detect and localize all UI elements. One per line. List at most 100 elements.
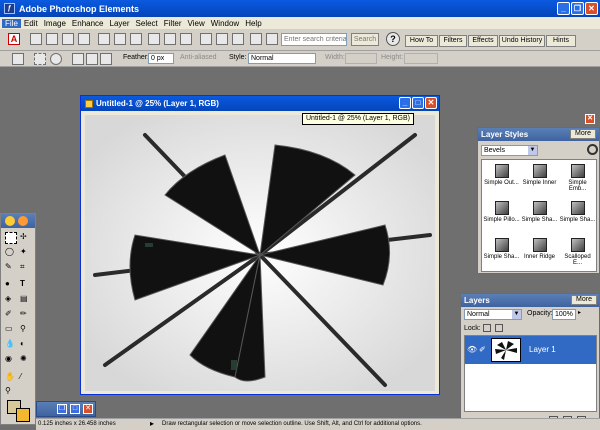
- background-color-swatch[interactable]: [16, 408, 30, 422]
- clear-style-icon[interactable]: [587, 144, 598, 155]
- move-tool-icon[interactable]: ✢: [20, 232, 32, 244]
- step-forward-icon[interactable]: [216, 33, 228, 45]
- style-item[interactable]: Simple Sha...: [483, 235, 520, 266]
- step-backward-icon[interactable]: [200, 33, 212, 45]
- new-selection-icon[interactable]: [72, 53, 84, 65]
- blend-mode-select[interactable]: Normal ▼: [464, 309, 522, 320]
- status-arrow-icon[interactable]: ▸: [150, 418, 154, 429]
- help-icon[interactable]: ?: [386, 32, 400, 46]
- doc-close-icon[interactable]: ✕: [425, 97, 437, 109]
- height-field[interactable]: [404, 53, 438, 64]
- doc-minimize-icon[interactable]: _: [399, 97, 411, 109]
- crop-tool-icon[interactable]: ⌗: [20, 262, 32, 274]
- sponge-tool-icon[interactable]: ◐: [20, 339, 32, 351]
- opacity-arrow-icon[interactable]: ▸: [578, 309, 587, 320]
- style-item[interactable]: Simple Pillo...: [483, 198, 520, 229]
- search-button[interactable]: Search: [351, 33, 379, 46]
- opacity-field[interactable]: 100%: [552, 309, 576, 320]
- palette-tab-effects[interactable]: Effects: [468, 35, 498, 47]
- palette-tab-filters[interactable]: Filters: [439, 35, 467, 47]
- menu-filter[interactable]: Filter: [161, 19, 185, 28]
- eyedropper-tool-icon[interactable]: ⁄: [20, 372, 32, 384]
- save-web-icon[interactable]: [114, 33, 126, 45]
- pencil-tool-icon[interactable]: ✏: [20, 309, 32, 321]
- red-eye-tool-icon[interactable]: ◉: [5, 354, 17, 366]
- palette-tab-how-to[interactable]: How To: [405, 35, 438, 47]
- new-file-icon[interactable]: [30, 33, 42, 45]
- paint-bucket-tool-icon[interactable]: ◈: [5, 294, 17, 306]
- brush-tool-icon[interactable]: ✐: [5, 309, 17, 321]
- layers-title-bar[interactable]: Layers More: [461, 294, 599, 307]
- style-item[interactable]: Simple Sha...: [559, 198, 596, 229]
- toolbox-title-bar[interactable]: [1, 214, 35, 228]
- minimized-restore-icon[interactable]: ❐: [57, 404, 67, 414]
- menu-help[interactable]: Help: [242, 19, 264, 28]
- style-item[interactable]: Simple Emb...: [559, 161, 596, 192]
- style-select[interactable]: Normal: [248, 53, 316, 64]
- layer-styles-more-button[interactable]: More: [570, 129, 596, 139]
- menu-enhance[interactable]: Enhance: [69, 19, 107, 28]
- restore-icon[interactable]: ❐: [571, 2, 584, 15]
- style-item[interactable]: Scalloped E...: [559, 235, 596, 266]
- help-search-icon[interactable]: [266, 33, 278, 45]
- chevron-down-icon[interactable]: ▼: [512, 310, 521, 319]
- document-window[interactable]: Untitled-1 @ 25% (Layer 1, RGB) _ □ ✕: [80, 95, 440, 395]
- rect-marquee-tool-icon[interactable]: [5, 232, 17, 244]
- menu-file[interactable]: File: [2, 18, 21, 28]
- import-icon[interactable]: [78, 33, 90, 45]
- close-icon[interactable]: ✕: [585, 2, 598, 15]
- style-item[interactable]: Simple Out...: [483, 161, 520, 192]
- print-icon[interactable]: [130, 33, 142, 45]
- layer-styles-close-icon[interactable]: ✕: [585, 114, 595, 124]
- marquee-tool-icon[interactable]: [12, 53, 24, 65]
- hand-tool-icon[interactable]: ✋: [5, 372, 17, 384]
- feather-field[interactable]: 0 px: [148, 53, 174, 64]
- type-tool-icon[interactable]: T: [20, 279, 32, 291]
- menu-window[interactable]: Window: [208, 19, 242, 28]
- image-canvas[interactable]: [85, 115, 435, 391]
- menu-view[interactable]: View: [185, 19, 208, 28]
- lock-transparency-icon[interactable]: [483, 324, 491, 332]
- layer-row[interactable]: 👁 ✐ Layer 1: [465, 336, 596, 364]
- brush-link-icon[interactable]: ✐: [479, 345, 486, 354]
- menu-select[interactable]: Select: [133, 19, 161, 28]
- gradient-tool-icon[interactable]: ▤: [20, 294, 32, 306]
- minimized-maximize-icon[interactable]: □: [70, 404, 80, 414]
- eraser-tool-icon[interactable]: ▭: [5, 324, 17, 336]
- subtract-selection-icon[interactable]: [100, 53, 112, 65]
- minimized-close-icon[interactable]: ✕: [83, 404, 93, 414]
- hand-icon[interactable]: [250, 33, 262, 45]
- lock-all-icon[interactable]: [495, 324, 503, 332]
- document-title-bar[interactable]: Untitled-1 @ 25% (Layer 1, RGB) _ □ ✕: [81, 96, 439, 111]
- ellipse-marquee-icon[interactable]: [50, 53, 62, 65]
- clone-stamp-tool-icon[interactable]: ⚲: [20, 324, 32, 336]
- layer-styles-title-bar[interactable]: Layer Styles ✕ More: [478, 114, 599, 141]
- style-item[interactable]: Simple Inner: [521, 161, 558, 192]
- minimized-window[interactable]: ❐ □ ✕: [36, 401, 96, 417]
- search-input[interactable]: [281, 33, 347, 46]
- eye-icon[interactable]: 👁: [467, 345, 477, 354]
- browse-icon[interactable]: [62, 33, 74, 45]
- open-file-icon[interactable]: [46, 33, 58, 45]
- style-item[interactable]: Inner Ridge: [521, 235, 558, 266]
- menu-edit[interactable]: Edit: [21, 19, 41, 28]
- impressionist-brush-tool-icon[interactable]: ✺: [20, 354, 32, 366]
- anti-aliased-checkbox[interactable]: Anti-aliased: [180, 54, 217, 61]
- doc-maximize-icon[interactable]: □: [412, 97, 424, 109]
- palette-tab-undo-history[interactable]: Undo History: [499, 35, 545, 47]
- minimize-icon[interactable]: _: [557, 2, 570, 15]
- magic-wand-tool-icon[interactable]: ✦: [20, 247, 32, 259]
- creations-icon[interactable]: [180, 33, 192, 45]
- width-field[interactable]: [345, 53, 377, 64]
- shape-tool-icon[interactable]: ●: [5, 279, 17, 291]
- email-icon[interactable]: [148, 33, 160, 45]
- menu-layer[interactable]: Layer: [107, 19, 133, 28]
- blur-tool-icon[interactable]: 💧: [5, 339, 17, 351]
- quick-fix-icon[interactable]: [232, 33, 244, 45]
- zoom-tool-icon[interactable]: ⚲: [5, 386, 17, 398]
- online-services-icon[interactable]: [164, 33, 176, 45]
- layers-more-button[interactable]: More: [571, 295, 597, 305]
- lasso-tool-icon[interactable]: ◯: [5, 247, 17, 259]
- selection-brush-tool-icon[interactable]: ✎: [5, 262, 17, 274]
- style-item[interactable]: Simple Sha...: [521, 198, 558, 229]
